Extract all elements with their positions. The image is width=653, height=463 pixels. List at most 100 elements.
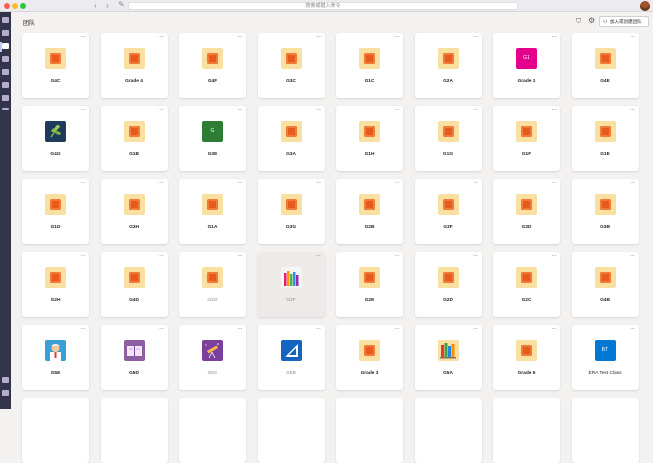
more-options-icon[interactable]: ··· (316, 34, 321, 40)
more-options-icon[interactable]: ··· (395, 180, 400, 186)
team-card[interactable]: ··· G1H (336, 106, 403, 171)
team-card[interactable]: ··· G1 Grade 1 (493, 33, 560, 98)
team-card[interactable] (100, 398, 168, 463)
team-card[interactable]: ··· G5A (414, 325, 482, 390)
more-options-icon[interactable]: ··· (630, 34, 635, 40)
help-icon[interactable] (2, 390, 9, 396)
team-card[interactable]: ··· G1G (414, 106, 482, 171)
more-options-icon[interactable]: ··· (473, 34, 478, 40)
team-card[interactable]: ··· G4B (571, 252, 639, 317)
more-options-icon[interactable]: ··· (316, 180, 321, 186)
more-options-icon[interactable]: ··· (552, 107, 557, 113)
team-card[interactable]: ··· G1E (571, 106, 639, 171)
team-card[interactable]: ··· Grade 5 (493, 325, 560, 390)
team-card[interactable]: ··· G1D (22, 179, 89, 244)
more-options-icon[interactable]: ··· (238, 253, 243, 259)
team-card[interactable]: ··· G4E (571, 33, 639, 98)
calls-icon[interactable] (2, 82, 9, 88)
team-card[interactable]: ··· Grade 4 (100, 33, 168, 98)
more-options-icon[interactable]: ··· (81, 34, 86, 40)
more-apps-icon[interactable] (2, 108, 9, 110)
more-options-icon[interactable]: ··· (238, 326, 243, 332)
more-options-icon[interactable]: ··· (316, 253, 321, 259)
team-card[interactable]: ··· G3A (257, 106, 325, 171)
team-card[interactable]: ··· G5B (257, 325, 325, 390)
more-options-icon[interactable]: ··· (81, 326, 86, 332)
team-card[interactable]: ··· G2A (414, 33, 482, 98)
team-card[interactable]: ··· G4D (100, 252, 168, 317)
team-card[interactable]: ··· G1A (179, 179, 246, 244)
team-card[interactable]: ··· G4F (179, 33, 246, 98)
team-card[interactable] (22, 398, 89, 463)
more-options-icon[interactable]: ··· (159, 180, 164, 186)
team-card[interactable]: ··· G3D (493, 179, 560, 244)
more-options-icon[interactable]: ··· (473, 326, 478, 332)
compose-icon[interactable]: ✎ (118, 1, 126, 9)
team-card[interactable]: ··· G2C (493, 252, 560, 317)
team-card[interactable]: ··· G2E (336, 252, 403, 317)
team-card[interactable] (257, 398, 325, 463)
team-card[interactable]: ··· G5E (22, 325, 89, 390)
window-maximize-button[interactable] (20, 3, 26, 9)
team-card[interactable]: ··· G5C (179, 325, 246, 390)
more-options-icon[interactable]: ··· (81, 107, 86, 113)
files-icon[interactable] (2, 95, 9, 101)
team-card[interactable] (336, 398, 403, 463)
more-options-icon[interactable]: ··· (630, 107, 635, 113)
assignments-icon[interactable] (2, 56, 9, 62)
settings-icon[interactable]: ⚙ (588, 17, 595, 25)
more-options-icon[interactable]: ··· (473, 107, 478, 113)
more-options-icon[interactable]: ··· (552, 253, 557, 259)
team-card[interactable] (179, 398, 246, 463)
more-options-icon[interactable]: ··· (81, 180, 86, 186)
apps-icon[interactable] (2, 377, 9, 383)
activity-icon[interactable] (2, 17, 9, 23)
team-card[interactable]: ··· G2D (414, 252, 482, 317)
team-card[interactable]: ··· G3H (100, 179, 168, 244)
more-options-icon[interactable]: ··· (552, 326, 557, 332)
more-options-icon[interactable]: ··· (630, 326, 635, 332)
team-card[interactable]: ··· G3B (571, 179, 639, 244)
avatar[interactable] (640, 1, 650, 11)
chevron-right-icon[interactable]: › (106, 1, 109, 11)
more-options-icon[interactable]: ··· (552, 34, 557, 40)
more-options-icon[interactable]: ··· (81, 253, 86, 259)
more-options-icon[interactable]: ··· (316, 107, 321, 113)
more-options-icon[interactable]: ··· (630, 180, 635, 186)
team-card[interactable]: ··· G3C (257, 33, 325, 98)
window-close-button[interactable] (4, 3, 10, 9)
team-card[interactable]: ··· G2B (336, 179, 403, 244)
team-card[interactable]: ··· G G3E (179, 106, 246, 171)
team-card[interactable]: ··· G3F (414, 179, 482, 244)
search-input[interactable]: 搜索或键入命令 (128, 2, 518, 10)
chevron-left-icon[interactable]: ‹ (94, 1, 97, 11)
more-options-icon[interactable]: ··· (238, 107, 243, 113)
team-card[interactable]: ··· G4G (22, 106, 89, 171)
team-card[interactable]: ··· G2H (22, 252, 89, 317)
more-options-icon[interactable]: ··· (238, 180, 243, 186)
team-card[interactable]: ··· G1B (100, 106, 168, 171)
more-options-icon[interactable]: ··· (395, 107, 400, 113)
team-card[interactable]: ··· BT ERA Test Class (571, 325, 639, 390)
team-card[interactable]: ··· G5D (100, 325, 168, 390)
more-options-icon[interactable]: ··· (159, 107, 164, 113)
more-options-icon[interactable]: ··· (473, 180, 478, 186)
team-card[interactable] (571, 398, 639, 463)
team-card[interactable]: ··· G1C (336, 33, 403, 98)
more-options-icon[interactable]: ··· (159, 34, 164, 40)
more-options-icon[interactable]: ··· (552, 180, 557, 186)
calendar-icon[interactable] (2, 69, 9, 75)
teams-icon[interactable] (2, 43, 9, 49)
more-options-icon[interactable]: ··· (473, 253, 478, 259)
more-options-icon[interactable]: ··· (159, 253, 164, 259)
team-card[interactable]: ··· Grade 3 (336, 325, 403, 390)
team-card[interactable]: ··· G2G (179, 252, 246, 317)
more-options-icon[interactable]: ··· (395, 34, 400, 40)
more-options-icon[interactable]: ··· (316, 326, 321, 332)
team-card[interactable]: ··· G2F (257, 252, 325, 317)
more-options-icon[interactable]: ··· (630, 253, 635, 259)
more-options-icon[interactable]: ··· (395, 253, 400, 259)
team-card[interactable]: ··· G3G (257, 179, 325, 244)
more-options-icon[interactable]: ··· (238, 34, 243, 40)
team-card[interactable]: ··· G4C (22, 33, 89, 98)
